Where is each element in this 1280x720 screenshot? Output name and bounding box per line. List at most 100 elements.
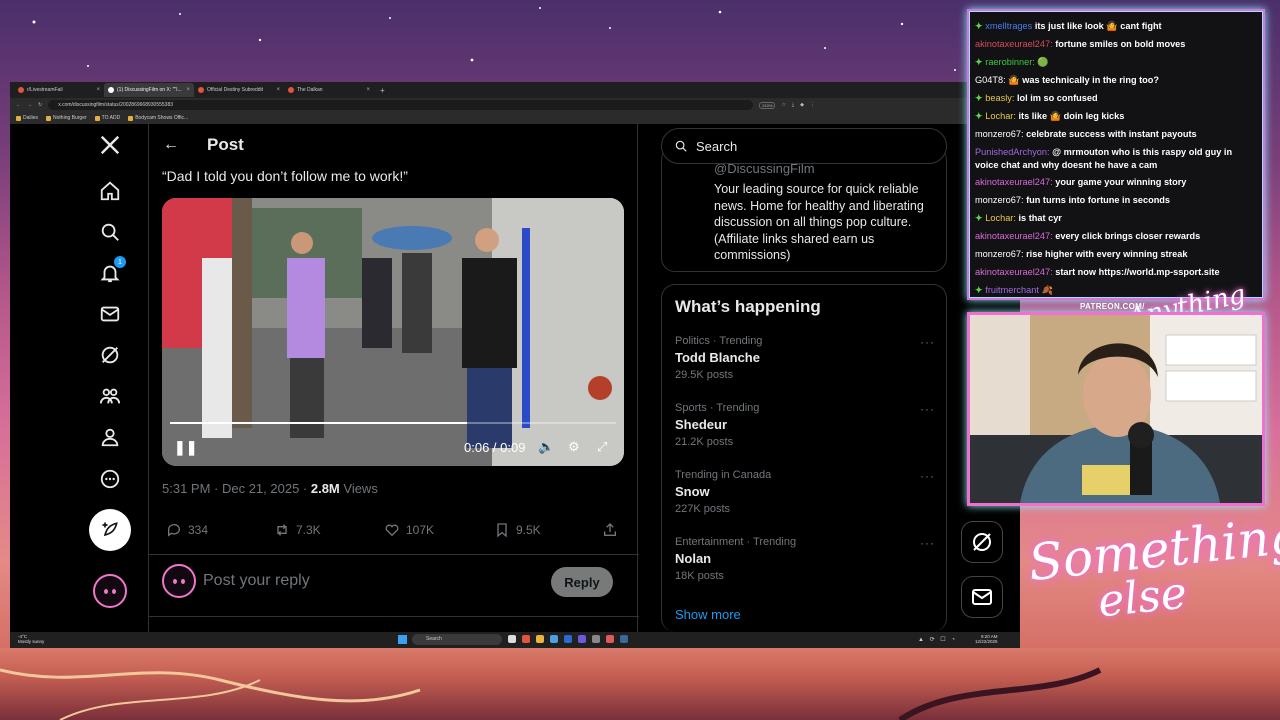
- reply-input[interactable]: Post your reply: [203, 572, 310, 590]
- like-action[interactable]: 107K: [384, 522, 434, 538]
- app-icon[interactable]: [550, 635, 558, 643]
- chat-username: beasly:: [985, 93, 1015, 103]
- close-icon[interactable]: ×: [366, 87, 370, 93]
- communities-icon[interactable]: [91, 377, 129, 415]
- x-logo-icon[interactable]: [91, 126, 129, 164]
- show-more-link[interactable]: Show more: [675, 607, 741, 622]
- chat-message: ✦ Lochar: its like 🤷 doin leg kicks: [975, 107, 1257, 125]
- bookmarks-bar: Dailies Nothing Burger TO ADD Bodycam Sh…: [10, 112, 1020, 124]
- video-player[interactable]: ❚❚ 0:06 / 0:09 🔈 ⚙ ⤢: [162, 198, 624, 466]
- browser-tab[interactable]: Official Destiny Subreddit ×: [194, 83, 284, 97]
- taskbar-search[interactable]: Search: [412, 634, 502, 645]
- notifications-icon[interactable]: 1: [91, 254, 129, 292]
- trend-item[interactable]: Politics · Trending Todd Blanche 29.5K p…: [675, 335, 935, 381]
- reply-composer: Post your reply Reply: [162, 564, 627, 600]
- heart-icon: [385, 524, 399, 537]
- taskbar-clock[interactable]: 9:20 AM 12/22/2025: [975, 634, 998, 644]
- file-explorer-icon[interactable]: [536, 635, 544, 643]
- chat-username: akinotaxeurael247:: [975, 231, 1053, 241]
- chat-text: celebrate success with instant payouts: [1026, 129, 1197, 139]
- folder-icon: [46, 115, 52, 121]
- volume-icon[interactable]: 🔈: [538, 439, 554, 455]
- trend-item[interactable]: Trending in Canada Snow 227K posts ···: [675, 469, 935, 515]
- account-avatar[interactable]: [93, 574, 127, 608]
- home-icon[interactable]: [91, 172, 129, 210]
- share-action[interactable]: [602, 522, 618, 538]
- app-icon[interactable]: [564, 635, 572, 643]
- subscriber-badge-icon: ✦: [975, 285, 986, 295]
- chat-message: akinotaxeurael247: every click brings cl…: [975, 227, 1257, 245]
- reply-button[interactable]: Reply: [551, 567, 613, 597]
- chat-username: PunishedArchyon:: [975, 147, 1050, 157]
- zoom-indicator[interactable]: 210%: [759, 101, 776, 109]
- close-icon[interactable]: ×: [276, 87, 280, 93]
- bookmark-item[interactable]: Bodycam Shows Offic...: [128, 115, 188, 121]
- close-icon[interactable]: ×: [96, 87, 100, 93]
- app-icon[interactable]: [592, 635, 600, 643]
- trends-title: What’s happening: [675, 297, 821, 316]
- search-icon[interactable]: [91, 213, 129, 251]
- subscriber-badge-icon: ✦: [975, 111, 986, 121]
- reply-action[interactable]: 334: [166, 522, 208, 538]
- chat-username: Lochar:: [985, 111, 1016, 121]
- reddit-icon: [198, 87, 204, 93]
- bookmark-icon: [497, 523, 507, 538]
- chat-text: 🟢: [1037, 57, 1049, 67]
- browser-tab-bar: r/LivestreamFail × (1) DiscussingFilm on …: [10, 82, 1020, 98]
- extensions-icon[interactable]: ◆: [800, 102, 804, 108]
- bookmark-item[interactable]: TO ADD: [94, 115, 120, 121]
- subscriber-badge-icon: ✦: [975, 57, 986, 67]
- more-options-icon[interactable]: ···: [920, 469, 935, 483]
- bookmark-item[interactable]: Nothing Burger: [46, 115, 87, 121]
- obs-icon[interactable]: [606, 635, 614, 643]
- bookmark-item[interactable]: Dailies: [16, 115, 38, 121]
- back-icon[interactable]: ←: [16, 102, 21, 108]
- notification-badge: 1: [114, 256, 126, 268]
- repost-action[interactable]: 7.3K: [274, 522, 321, 538]
- browser-tab[interactable]: r/LivestreamFail ×: [14, 83, 104, 97]
- back-arrow-icon[interactable]: ←: [163, 136, 183, 154]
- weather-widget[interactable]: -4°C Mostly sunny: [18, 634, 44, 644]
- more-icon[interactable]: [91, 460, 129, 498]
- browser-tab-active[interactable]: (1) DiscussingFilm on X: ""I... ×: [104, 83, 194, 97]
- fullscreen-icon[interactable]: ⤢: [597, 439, 607, 455]
- steam-icon[interactable]: [620, 635, 628, 643]
- browser-app-icon[interactable]: [522, 635, 530, 643]
- more-options-icon[interactable]: ···: [920, 335, 935, 349]
- star-icon[interactable]: ☆: [781, 102, 785, 108]
- system-tray[interactable]: ▲ ⟳ ☐ ◔: [918, 636, 957, 643]
- forward-icon[interactable]: →: [27, 102, 32, 108]
- close-icon[interactable]: ×: [186, 87, 190, 93]
- new-tab-button[interactable]: +: [380, 86, 385, 95]
- reload-icon[interactable]: ↻: [38, 102, 42, 108]
- task-view-icon[interactable]: [508, 635, 516, 643]
- download-icon[interactable]: ⤓: [792, 102, 794, 108]
- chat-message: ✦ raerobinner: 🟢: [975, 53, 1257, 71]
- more-options-icon[interactable]: ···: [920, 536, 935, 550]
- settings-gear-icon[interactable]: ⚙: [568, 439, 580, 455]
- trend-item[interactable]: Sports · Trending Shedeur 21.2K posts ··…: [675, 402, 935, 448]
- subscriber-badge-icon: ✦: [975, 93, 986, 103]
- right-sidebar: @DiscussingFilm Your leading source for …: [661, 124, 951, 632]
- chat-text: 🍂: [1041, 285, 1053, 295]
- bookmark-action[interactable]: 9.5K: [494, 522, 541, 538]
- search-input[interactable]: Search: [661, 128, 947, 164]
- video-progress-bar[interactable]: [170, 422, 616, 424]
- browser-tab[interactable]: The Dalkan ×: [284, 83, 374, 97]
- more-options-icon[interactable]: ···: [920, 402, 935, 416]
- profile-icon[interactable]: [91, 418, 129, 456]
- post-timestamp[interactable]: 5:31 PM · Dec 21, 2025 ·: [162, 481, 311, 496]
- compose-post-button[interactable]: [89, 509, 131, 551]
- avatar: [162, 564, 196, 598]
- pause-icon[interactable]: ❚❚: [174, 439, 197, 456]
- trend-item[interactable]: Entertainment · Trending Nolan 18K posts…: [675, 536, 935, 582]
- messages-icon[interactable]: [91, 295, 129, 333]
- grok-icon[interactable]: [91, 336, 129, 374]
- url-field[interactable]: x.com/discussingfilm/status/200286966893…: [48, 100, 754, 110]
- profile-bio: Your leading source for quick reliable n…: [714, 182, 924, 262]
- chat-text: fun turns into fortune in seconds: [1026, 195, 1171, 205]
- discord-icon[interactable]: [578, 635, 586, 643]
- windows-start-icon[interactable]: [398, 635, 407, 644]
- menu-icon[interactable]: ⋮: [810, 102, 815, 108]
- chat-username: akinotaxeurael247:: [975, 267, 1053, 277]
